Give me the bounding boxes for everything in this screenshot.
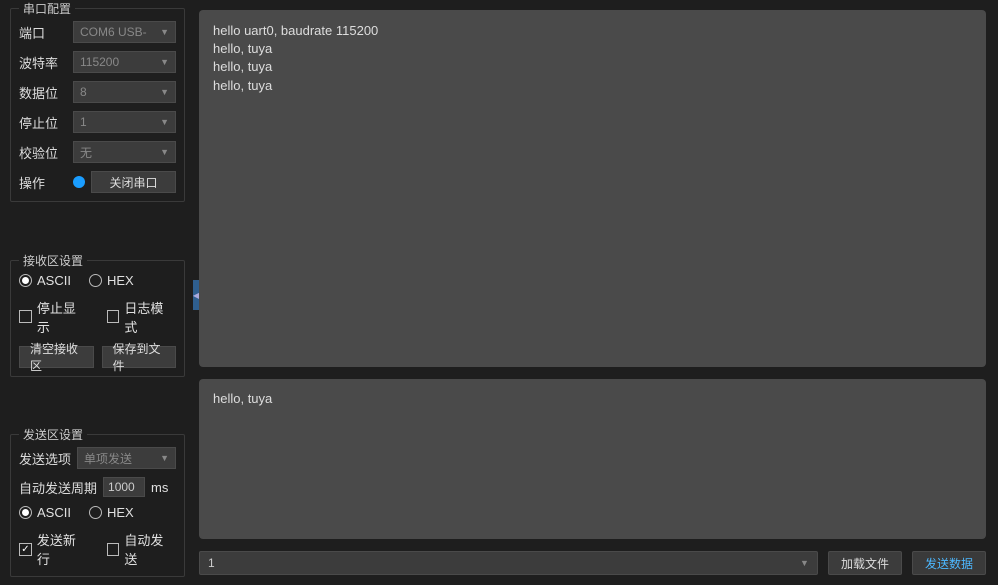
caret-down-icon: ▼	[160, 117, 169, 127]
port-label: 端口	[19, 23, 67, 42]
receive-textarea[interactable]: hello uart0, baudrate 115200 hello, tuya…	[199, 10, 986, 367]
serial-config-title: 串口配置	[19, 0, 75, 17]
action-label: 操作	[19, 173, 67, 192]
radio-icon	[19, 506, 32, 519]
caret-down-icon: ▼	[160, 27, 169, 37]
send-data-button[interactable]: 发送数据	[912, 551, 986, 575]
tx-hex-radio[interactable]: HEX	[89, 505, 134, 520]
rx-config-panel: 接收区设置 ASCII HEX 停止显示 日志模式 清空接收区 保存到文件	[10, 260, 185, 377]
caret-down-icon: ▼	[800, 558, 809, 568]
auto-period-label: 自动发送周期	[19, 478, 97, 497]
auto-send-checkbox[interactable]: 自动发送	[107, 530, 177, 568]
tx-ascii-radio[interactable]: ASCII	[19, 505, 71, 520]
close-port-button[interactable]: 关闭串口	[91, 171, 176, 193]
checkbox-icon	[107, 543, 120, 556]
clear-rx-button[interactable]: 清空接收区	[19, 346, 94, 368]
caret-down-icon: ▼	[160, 147, 169, 157]
rx-hex-radio[interactable]: HEX	[89, 273, 134, 288]
port-select[interactable]: COM6 USB- ▼	[73, 21, 176, 43]
tx-config-panel: 发送区设置 发送选项 单项发送 ▼ 自动发送周期 1000 ms ASCII H…	[10, 434, 185, 577]
send-option-label: 发送选项	[19, 449, 71, 468]
caret-down-icon: ▼	[160, 87, 169, 97]
checkbox-icon	[19, 310, 32, 323]
baud-select[interactable]: 115200 ▼	[73, 51, 176, 73]
tx-config-title: 发送区设置	[19, 426, 87, 443]
databits-select[interactable]: 8 ▼	[73, 81, 176, 103]
rx-ascii-radio[interactable]: ASCII	[19, 273, 71, 288]
serial-config-panel: 串口配置 端口 COM6 USB- ▼ 波特率 115200 ▼ 数据位 8 ▼…	[10, 8, 185, 202]
send-option-select[interactable]: 单项发送 ▼	[77, 447, 176, 469]
auto-period-input[interactable]: 1000	[103, 477, 145, 497]
checkbox-icon	[107, 310, 120, 323]
parity-label: 校验位	[19, 143, 67, 162]
save-file-button[interactable]: 保存到文件	[102, 346, 177, 368]
rx-config-title: 接收区设置	[19, 252, 87, 269]
caret-down-icon: ▼	[160, 453, 169, 463]
databits-label: 数据位	[19, 83, 67, 102]
radio-icon	[89, 506, 102, 519]
connection-status-icon	[73, 176, 85, 188]
sidebar-collapse-handle[interactable]: ◀	[193, 280, 199, 310]
radio-icon	[89, 274, 102, 287]
parity-select[interactable]: 无 ▼	[73, 141, 176, 163]
send-newline-checkbox[interactable]: ✓ 发送新行	[19, 530, 89, 568]
radio-icon	[19, 274, 32, 287]
caret-down-icon: ▼	[160, 57, 169, 67]
ms-unit: ms	[151, 480, 168, 495]
baud-label: 波特率	[19, 53, 67, 72]
log-mode-checkbox[interactable]: 日志模式	[107, 298, 177, 336]
send-count-select[interactable]: 1 ▼	[199, 551, 818, 575]
stopbits-label: 停止位	[19, 113, 67, 132]
send-textarea[interactable]: hello, tuya	[199, 379, 986, 539]
pause-display-checkbox[interactable]: 停止显示	[19, 298, 89, 336]
checkbox-icon: ✓	[19, 543, 32, 556]
stopbits-select[interactable]: 1 ▼	[73, 111, 176, 133]
load-file-button[interactable]: 加载文件	[828, 551, 902, 575]
